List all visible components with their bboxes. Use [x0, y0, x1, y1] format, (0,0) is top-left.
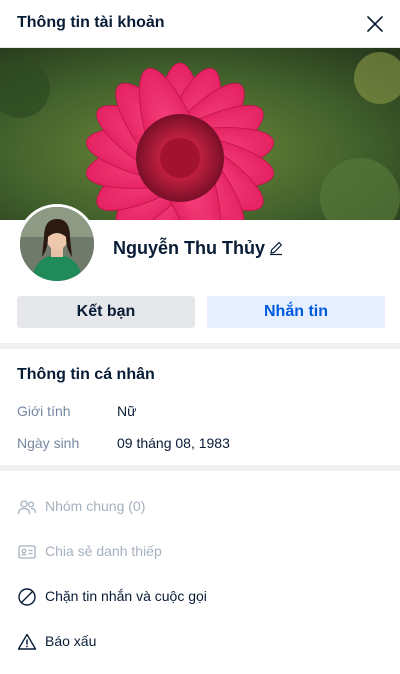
share-card-item[interactable]: Chia sẻ danh thiếp — [0, 530, 400, 574]
cover-flower-image — [0, 48, 400, 220]
section-divider — [0, 465, 400, 471]
personal-info-title: Thông tin cá nhân — [17, 366, 155, 383]
section-divider — [0, 343, 400, 349]
birthday-label: Ngày sinh — [17, 435, 80, 451]
avatar-photo — [20, 207, 94, 281]
add-friend-button[interactable]: Kết bạn — [17, 296, 195, 328]
warning-icon — [17, 633, 37, 650]
common-groups-item[interactable]: Nhóm chung (0) — [0, 485, 400, 529]
close-icon[interactable] — [364, 13, 386, 35]
block-icon — [18, 588, 36, 606]
dialog-title: Thông tin tài khoản — [17, 14, 165, 31]
gender-label: Giới tính — [17, 403, 71, 419]
block-item[interactable]: Chặn tin nhắn và cuộc gọi — [0, 575, 400, 619]
edit-name-icon[interactable] — [268, 240, 284, 256]
birthday-value: 09 tháng 08, 1983 — [117, 435, 230, 451]
cover-photo[interactable] — [0, 48, 400, 220]
report-item[interactable]: Báo xấu — [0, 620, 400, 664]
report-label: Báo xấu — [45, 633, 97, 649]
common-groups-label: Nhóm chung (0) — [45, 498, 146, 514]
message-button[interactable]: Nhắn tin — [207, 296, 385, 328]
profile-name: Nguyễn Thu Thủy — [113, 238, 265, 258]
users-icon — [17, 500, 37, 515]
contact-card-icon — [18, 545, 36, 559]
share-card-label: Chia sẻ danh thiếp — [45, 543, 162, 559]
dialog-header: Thông tin tài khoản — [0, 0, 400, 48]
gender-value: Nữ — [117, 403, 137, 419]
block-label: Chặn tin nhắn và cuộc gọi — [45, 588, 207, 604]
avatar[interactable] — [17, 204, 97, 284]
